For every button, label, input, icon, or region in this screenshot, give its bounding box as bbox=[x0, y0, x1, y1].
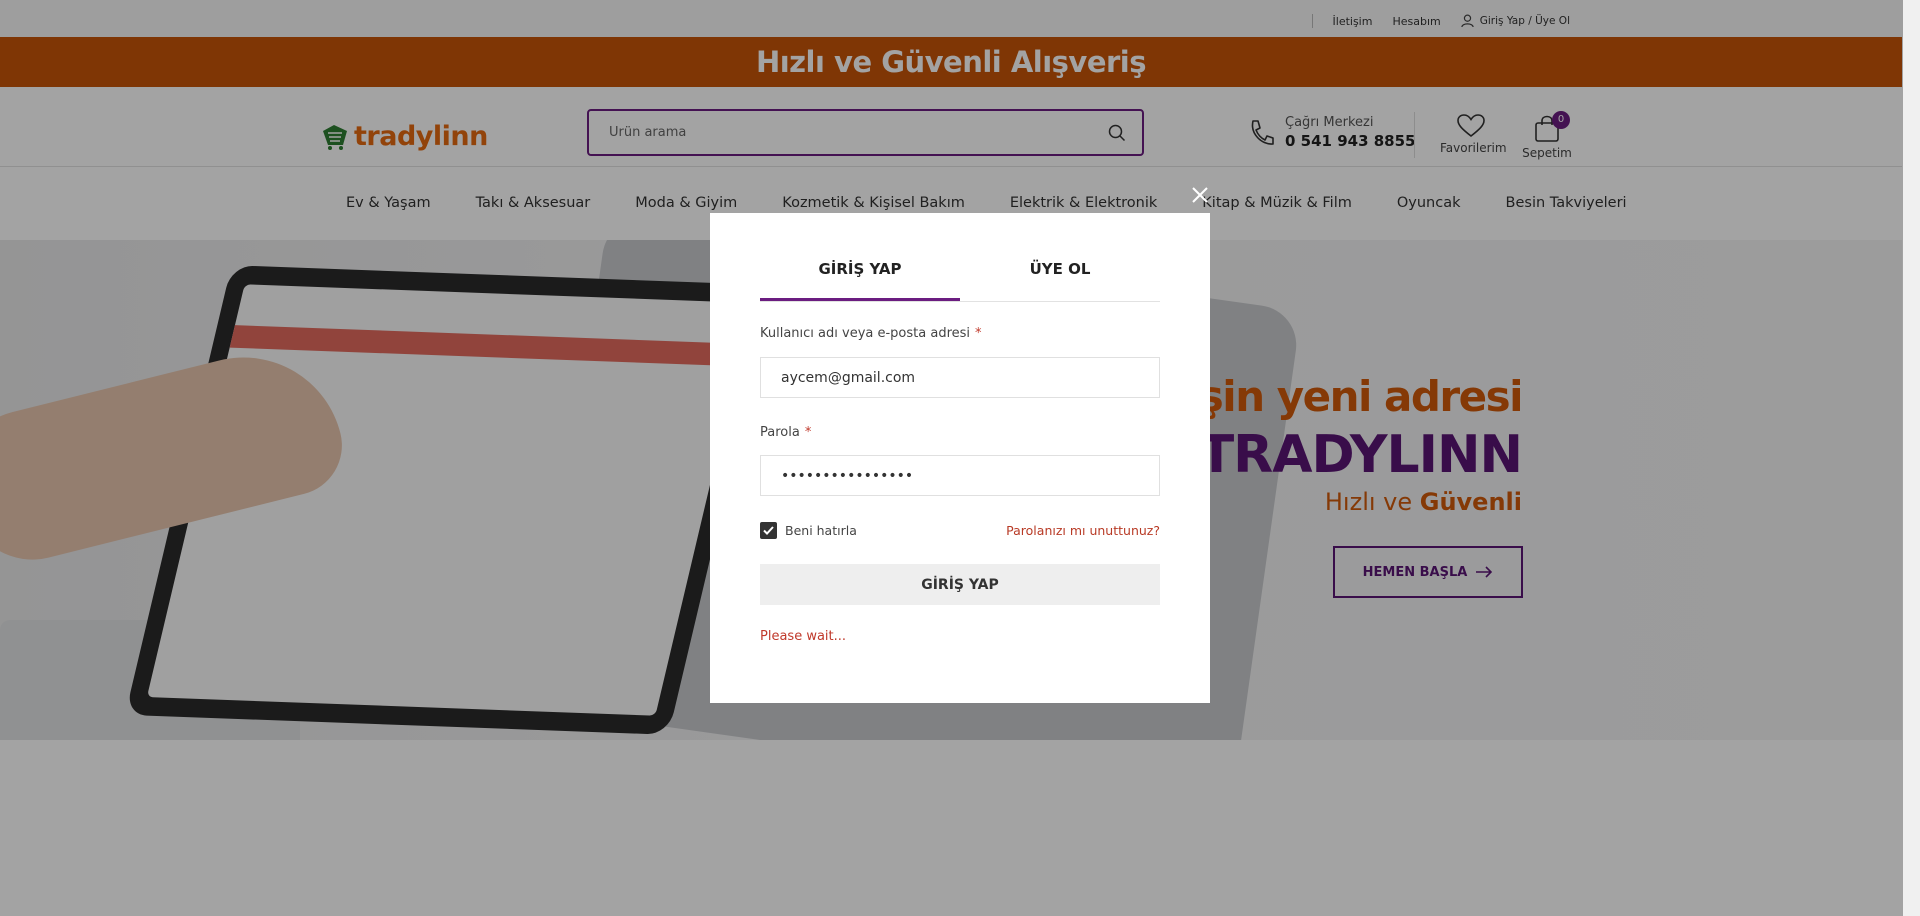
remember-me[interactable]: Beni hatırla bbox=[760, 522, 857, 539]
password-field bbox=[760, 455, 1160, 496]
username-input[interactable] bbox=[761, 358, 1159, 397]
required-asterisk: * bbox=[975, 326, 982, 341]
password-input[interactable] bbox=[761, 456, 1159, 495]
username-label: Kullanıcı adı veya e-posta adresi * bbox=[760, 326, 982, 341]
status-message: Please wait... bbox=[760, 629, 847, 644]
password-label: Parola * bbox=[760, 425, 811, 440]
tab-register[interactable]: ÜYE OL bbox=[960, 257, 1160, 301]
username-label-text: Kullanıcı adı veya e-posta adresi bbox=[760, 326, 971, 341]
remember-checkbox[interactable] bbox=[760, 522, 777, 539]
login-submit-button[interactable]: GİRİŞ YAP bbox=[760, 564, 1160, 605]
password-label-text: Parola bbox=[760, 425, 800, 440]
remember-label: Beni hatırla bbox=[785, 523, 857, 538]
username-field bbox=[760, 357, 1160, 398]
tab-login[interactable]: GİRİŞ YAP bbox=[760, 257, 960, 301]
login-modal-tabs: GİRİŞ YAP ÜYE OL bbox=[760, 257, 1160, 302]
login-modal: GİRİŞ YAP ÜYE OL Kullanıcı adı veya e-po… bbox=[710, 213, 1210, 703]
page-scrollbar[interactable] bbox=[1903, 0, 1920, 916]
forgot-password-link[interactable]: Parolanızı mı unuttunuz? bbox=[1006, 523, 1160, 538]
checkmark-icon bbox=[763, 526, 774, 535]
required-asterisk: * bbox=[804, 425, 812, 440]
close-icon[interactable] bbox=[1190, 185, 1210, 205]
